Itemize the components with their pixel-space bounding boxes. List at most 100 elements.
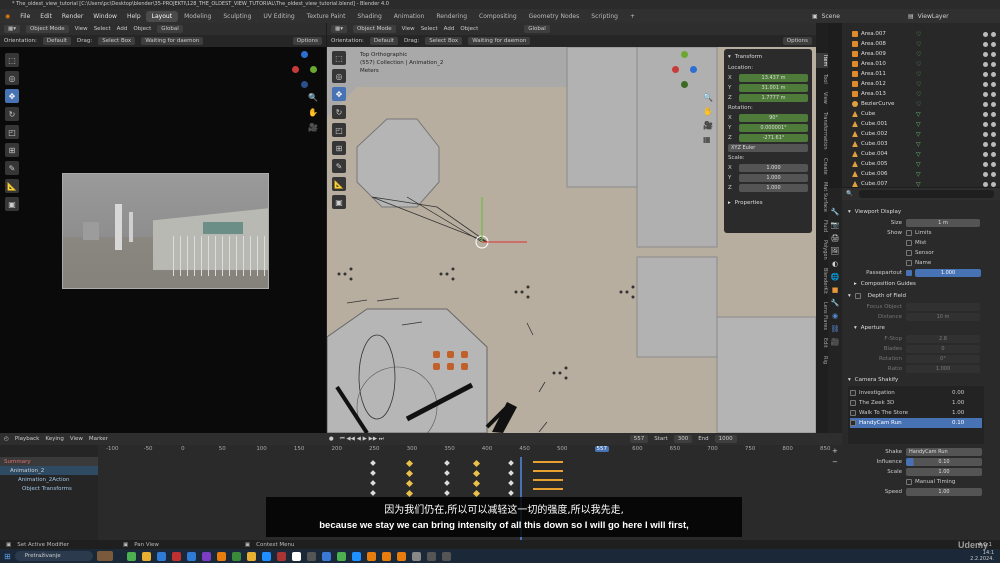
main-viewport[interactable]: ▦▾ Object Mode View Select Add Object Gl… [327,23,816,433]
gizmo-x-axis-icon[interactable] [672,66,679,73]
menu-window[interactable]: Window [88,13,122,20]
mesh-data-icon[interactable]: ▽ [916,151,921,158]
transform-tool-icon[interactable]: ⊞ [332,141,346,155]
keyframe[interactable] [405,489,414,498]
mesh-data-icon[interactable]: ▽ [916,131,921,138]
workspace-tab-modeling[interactable]: Modeling [178,11,217,22]
rotate-tool-icon[interactable]: ↻ [332,105,346,119]
menu-view[interactable]: View [75,26,88,32]
keyframe[interactable] [508,480,514,486]
acrobat-icon[interactable] [276,551,286,561]
render-tab-icon[interactable]: 📷 [831,221,840,229]
size-field[interactable]: 1 m [906,219,980,227]
taskbar-clock[interactable]: 14:1 2.2.2024. [970,550,994,562]
camera-icon[interactable] [991,171,996,177]
ds-icon[interactable] [306,551,316,561]
blender-icon[interactable] [216,551,226,561]
blades-field[interactable]: 0 [906,345,980,353]
keyframe[interactable] [508,490,514,496]
scale-z-field[interactable]: 1.000 [739,184,808,192]
outliner-row[interactable]: Area.007 ♡ [842,29,1000,39]
aperture-section[interactable]: ▾ Aperture [848,322,996,334]
app-icon[interactable] [441,551,451,561]
ratio-field[interactable]: 1.000 [906,365,980,373]
measure-tool-icon[interactable]: 📐 [332,177,346,191]
workspace-tab-texture-paint[interactable]: Texture Paint [301,11,352,22]
camera-icon[interactable] [991,161,996,167]
pan-hand-icon[interactable]: ✋ [308,108,318,117]
rotate-tool-icon[interactable]: ↻ [5,107,19,121]
orientation-dropdown[interactable]: Default [369,37,399,45]
rotation-x-field[interactable]: 90° [739,114,808,122]
mesh-data-icon[interactable]: ▽ [916,121,921,128]
scale-tool-icon[interactable]: ◰ [5,125,19,139]
shake-dropdown[interactable]: HandyCam Run [906,448,982,456]
camera-shakify-section[interactable]: ▾ Camera Shakify [848,374,996,386]
view-layer-selector[interactable]: ▤ ViewLayer [908,9,949,23]
eye-icon[interactable] [983,121,988,127]
sidebar-tab[interactable]: Polygon [816,238,828,262]
timeline-menu-view[interactable]: View [70,436,83,442]
outliner-row[interactable]: Cube.001 ▽ [842,119,1000,129]
select-tool-icon[interactable]: ⬚ [5,53,19,67]
workspace-tab-geometry-nodes[interactable]: Geometry Nodes [523,11,586,22]
outliner-row[interactable]: Area.009 ♡ [842,49,1000,59]
add-cube-tool-icon[interactable]: ▣ [5,197,19,211]
keyframe[interactable] [405,469,414,478]
influence-slider[interactable]: 0.10 [906,458,982,466]
gizmo-neg-y-icon[interactable] [681,81,688,88]
viewport-display-section[interactable]: ▾ Viewport Display [848,206,996,218]
sidebar-tab[interactable]: Item [816,53,828,69]
camera-icon[interactable] [991,121,996,127]
blender-task-icon[interactable] [381,551,391,561]
eye-icon[interactable] [983,81,988,87]
depth-of-field-section[interactable]: ▾ Depth of Field [848,290,996,302]
outliner-row[interactable]: Cube.004 ▽ [842,149,1000,159]
camera-icon[interactable] [991,31,996,37]
limits-checkbox[interactable] [906,230,912,236]
outliner-row[interactable]: Cube.006 ▽ [842,169,1000,179]
eye-icon[interactable] [983,41,988,47]
mode-dropdown[interactable]: Object Mode [25,25,69,33]
zoom-icon[interactable]: 🔍 [308,93,318,102]
folder-icon[interactable] [246,551,256,561]
camera-icon[interactable] [991,51,996,57]
menu-help[interactable]: Help [122,13,146,20]
outliner-row[interactable]: Area.008 ♡ [842,39,1000,49]
camera-icon[interactable] [991,181,996,187]
dof-checkbox[interactable] [854,293,861,299]
add-cube-tool-icon[interactable]: ▣ [332,195,346,209]
shake-item-selected[interactable]: HandyCam Run 0.10 [850,418,982,428]
outliner-row[interactable]: Cube.005 ▽ [842,159,1000,169]
world-tab-icon[interactable]: 🌐 [831,273,840,281]
passepartout-field[interactable]: 1.000 [915,269,981,277]
camera-icon[interactable] [991,41,996,47]
menu-add[interactable]: Add [444,26,455,32]
file-explorer-icon[interactable] [141,551,151,561]
eye-icon[interactable] [983,151,988,157]
tool-tab-icon[interactable]: 🔧 [831,208,840,216]
edge-icon[interactable] [261,551,271,561]
playback-controls[interactable]: ⏮ ◀◀ ◀ ▶ ▶▶ ⏭ [340,436,384,443]
drag-dropdown[interactable]: Select Box [425,37,463,45]
options-button[interactable]: Options [292,37,322,45]
light-data-icon[interactable]: ♡ [916,71,921,78]
sidebar-tab[interactable]: Fluid [816,218,828,234]
shake-item[interactable]: Investigation 0.00 [850,388,982,398]
gizmo-z-axis-icon[interactable] [301,51,308,58]
workspace-tab-sculpting[interactable]: Sculpting [217,11,257,22]
menu-add[interactable]: Add [117,26,128,32]
fstop-field[interactable]: 2.8 [906,335,980,343]
eye-icon[interactable] [983,161,988,167]
keyframe[interactable] [444,470,450,476]
camera-icon[interactable] [991,151,996,157]
camera-icon[interactable] [991,81,996,87]
search-icon[interactable]: 🔍 [846,191,853,197]
workspace-tab-layout[interactable]: Layout [145,10,179,22]
camera-data-tab-icon[interactable]: 🎥 [830,338,840,346]
word-icon[interactable] [321,551,331,561]
sidebar-tab[interactable]: Create [816,156,828,177]
keyframe[interactable] [508,470,514,476]
workspace-tab-shading[interactable]: Shading [351,11,387,22]
location-y-field[interactable]: 31.001 m [739,84,808,92]
